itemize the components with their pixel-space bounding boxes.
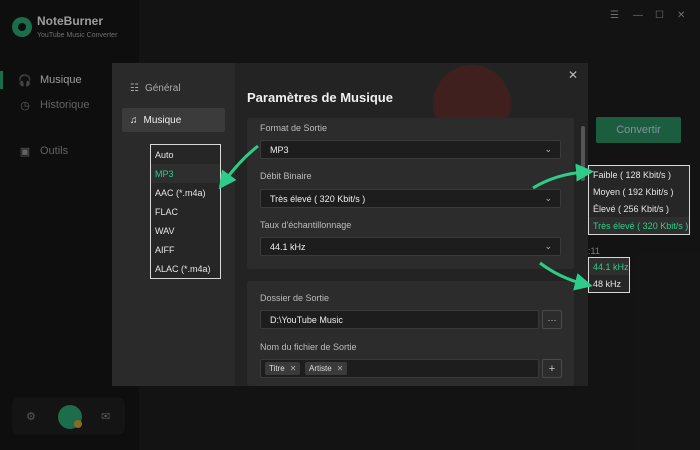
samplerate-value: 44.1 kHz <box>270 241 306 252</box>
bitrate-select[interactable]: Très élevé ( 320 Kbit/s ) ⌄ <box>260 189 561 208</box>
chevron-down-icon: ⌄ <box>544 241 552 251</box>
filename-label: Nom du fichier de Sortie <box>260 342 357 352</box>
format-options-callout: Auto MP3 AAC (*.m4a) FLAC WAV AIFF ALAC … <box>150 144 221 279</box>
remove-tag-icon[interactable]: ✕ <box>290 364 297 373</box>
format-option-selected[interactable]: MP3 <box>151 164 220 183</box>
format-option[interactable]: WAV <box>151 221 220 240</box>
browse-folder-button[interactable]: ··· <box>542 310 562 329</box>
bitrate-options-callout: Faible ( 128 Kbit/s ) Moyen ( 192 Kbit/s… <box>588 165 690 235</box>
close-icon[interactable]: ✕ <box>568 68 578 82</box>
samplerate-options-callout: 44.1 kHz 48 kHz <box>588 257 630 293</box>
add-tag-button[interactable]: + <box>542 359 562 378</box>
samplerate-option[interactable]: 48 kHz <box>589 275 629 292</box>
chevron-down-icon: ⌄ <box>544 144 552 154</box>
filename-tags-input[interactable]: Titre ✕ Artiste ✕ <box>260 359 539 378</box>
format-option[interactable]: ALAC (*.m4a) <box>151 259 220 278</box>
scrollbar[interactable] <box>581 126 585 181</box>
format-option[interactable]: AIFF <box>151 240 220 259</box>
tab-label: Musique <box>143 114 182 126</box>
format-option[interactable]: FLAC <box>151 202 220 221</box>
tag-chip[interactable]: Titre ✕ <box>265 362 301 375</box>
samplerate-option-selected[interactable]: 44.1 kHz <box>589 258 629 275</box>
output-folder-label: Dossier de Sortie <box>260 293 330 303</box>
bitrate-value: Très élevé ( 320 Kbit/s ) <box>270 193 366 204</box>
format-value: MP3 <box>270 144 289 155</box>
bitrate-option-selected[interactable]: Très élevé ( 320 Kbit/s ) <box>589 217 689 234</box>
samplerate-label: Taux d'échantillonnage <box>260 220 352 230</box>
tab-musique[interactable]: ♫ Musique <box>122 108 225 132</box>
music-note-icon: ♫ <box>130 114 138 126</box>
bitrate-label: Débit Binaire <box>260 171 312 181</box>
chevron-down-icon: ⌄ <box>544 193 552 203</box>
output-folder-input[interactable]: D:\YouTube Music <box>260 310 539 329</box>
bitrate-option[interactable]: Moyen ( 192 Kbit/s ) <box>589 183 689 200</box>
tag-label: Titre <box>269 364 285 373</box>
sliders-icon: ☷ <box>130 82 139 94</box>
tag-label: Artiste <box>309 364 332 373</box>
format-option[interactable]: Auto <box>151 145 220 164</box>
dialog-title: Paramètres de Musique <box>247 90 393 105</box>
tab-label: Général <box>144 82 181 94</box>
remove-tag-icon[interactable]: ✕ <box>337 364 344 373</box>
bitrate-option[interactable]: Faible ( 128 Kbit/s ) <box>589 166 689 183</box>
samplerate-select[interactable]: 44.1 kHz ⌄ <box>260 237 561 256</box>
format-label: Format de Sortie <box>260 123 328 133</box>
tab-general[interactable]: ☷ Général <box>122 76 225 100</box>
format-option[interactable]: AAC (*.m4a) <box>151 183 220 202</box>
format-select[interactable]: MP3 ⌄ <box>260 140 561 159</box>
tag-chip[interactable]: Artiste ✕ <box>305 362 348 375</box>
bitrate-option[interactable]: Élevé ( 256 Kbit/s ) <box>589 200 689 217</box>
